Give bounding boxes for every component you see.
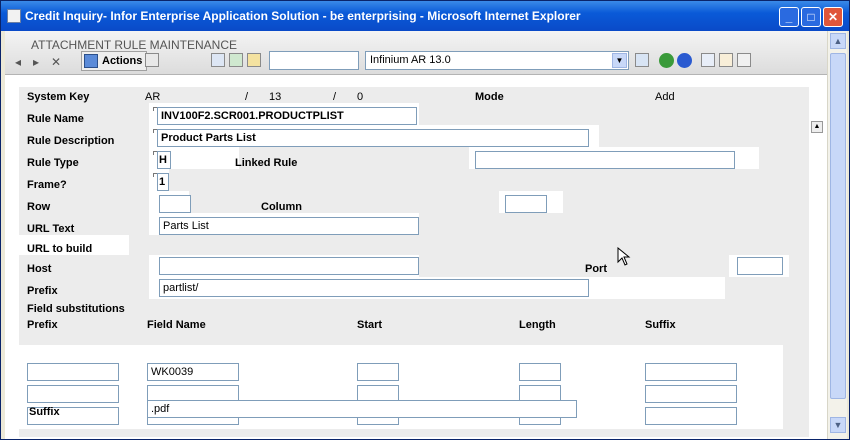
forward-arrow-icon[interactable]: ▸	[33, 55, 39, 69]
window-title: Credit Inquiry- Infor Enterprise Applica…	[25, 9, 581, 23]
field-substitutions-label: Field substitutions	[27, 303, 125, 315]
chevron-down-icon[interactable]: ▼	[612, 53, 627, 68]
system-key-sep2: /	[333, 91, 337, 103]
translate-icon[interactable]	[701, 53, 715, 67]
linked-rule-label: Linked Rule	[235, 157, 298, 169]
column-field[interactable]	[505, 195, 547, 213]
rule-description-label: Rule Description	[27, 135, 115, 147]
col-header-prefix: Prefix	[27, 319, 58, 331]
sub-row-1-start[interactable]	[357, 363, 399, 381]
actions-icon	[84, 54, 98, 68]
host-field[interactable]	[159, 257, 419, 275]
frame-label: Frame?	[27, 179, 67, 191]
folder-icon[interactable]	[247, 53, 261, 67]
suffix-label: Suffix	[29, 406, 60, 418]
col-header-suffix: Suffix	[645, 319, 676, 331]
info-icon[interactable]	[677, 53, 692, 68]
scroll-thumb[interactable]	[830, 53, 846, 399]
system-key-part3: 0	[357, 91, 364, 103]
maximize-button[interactable]: □	[801, 7, 821, 27]
prefix-label: Prefix	[27, 285, 58, 297]
help-icon[interactable]	[659, 53, 674, 68]
system-key-part1: AR	[145, 91, 161, 103]
mode-label: Mode	[475, 91, 504, 103]
title-bar: Credit Inquiry- Infor Enterprise Applica…	[1, 1, 849, 31]
url-to-build-label: URL to build	[27, 243, 93, 255]
system-key-part2: 13	[269, 91, 282, 103]
sub-row-1-prefix[interactable]	[27, 363, 119, 381]
row-field[interactable]	[159, 195, 191, 213]
linked-rule-field[interactable]	[475, 151, 735, 169]
minimize-button[interactable]: _	[779, 7, 799, 27]
mail-icon[interactable]	[229, 53, 243, 67]
copy-icon[interactable]	[211, 53, 225, 67]
exit-icon[interactable]	[635, 53, 649, 67]
close-icon[interactable]: ✕	[51, 55, 61, 69]
vertical-scrollbar[interactable]: ▲ ▼	[827, 31, 847, 439]
print-icon[interactable]	[145, 53, 159, 67]
url-text-field[interactable]: Parts List	[159, 217, 419, 235]
suffix-field[interactable]: .pdf	[147, 400, 577, 418]
url-text-label: URL Text	[27, 223, 75, 235]
mode-value: Add	[655, 91, 675, 103]
col-header-field-name: Field Name	[147, 319, 206, 331]
close-window-button[interactable]: ✕	[823, 7, 843, 27]
spellcheck-icon[interactable]	[719, 53, 733, 67]
back-arrow-icon[interactable]: ◂	[15, 55, 21, 69]
ie-icon	[7, 9, 21, 23]
col-header-start: Start	[357, 319, 383, 331]
rule-type-field[interactable]: H	[157, 151, 171, 169]
sub-row-1-suffix[interactable]	[645, 363, 737, 381]
prefix-field[interactable]: partlist/	[159, 279, 589, 297]
app-toolbar: ATTACHMENT RULE MAINTENANCE ◂ ▸ ✕ Action…	[5, 31, 827, 75]
search-input[interactable]	[269, 51, 359, 70]
sub-row-3-suffix[interactable]	[645, 407, 737, 425]
page-content: ATTACHMENT RULE MAINTENANCE ◂ ▸ ✕ Action…	[5, 31, 827, 439]
edit-icon[interactable]	[737, 53, 751, 67]
scroll-down-icon[interactable]: ▼	[830, 417, 846, 433]
column-label: Column	[261, 201, 302, 213]
scroll-up-icon[interactable]: ▲	[830, 33, 846, 49]
port-label: Port	[585, 263, 607, 275]
actions-button[interactable]: Actions	[81, 51, 148, 71]
browser-window: Credit Inquiry- Infor Enterprise Applica…	[0, 0, 850, 440]
rule-description-field[interactable]: Product Parts List	[157, 129, 589, 147]
screen-title: ATTACHMENT RULE MAINTENANCE	[31, 38, 238, 52]
actions-label: Actions	[102, 55, 143, 67]
attachment-rule-form: System Key AR / 13 / 0 Mode Add Rule Nam…	[19, 87, 809, 437]
system-key-sep1: /	[245, 91, 249, 103]
product-select-value: Infinium AR 13.0	[370, 54, 451, 66]
sub-row-1-length[interactable]	[519, 363, 561, 381]
host-label: Host	[27, 263, 52, 275]
rule-type-label: Rule Type	[27, 157, 79, 169]
frame-field[interactable]: 1	[157, 173, 169, 191]
sub-row-1-field-name[interactable]: WK0039	[147, 363, 239, 381]
col-header-length: Length	[519, 319, 556, 331]
port-field[interactable]	[737, 257, 783, 275]
sub-row-2-suffix[interactable]	[645, 385, 737, 403]
rule-name-label: Rule Name	[27, 113, 84, 125]
row-label: Row	[27, 201, 51, 213]
rule-name-field[interactable]: INV100F2.SCR001.PRODUCTPLIST	[157, 107, 417, 125]
collapse-button[interactable]: ▲	[811, 121, 823, 133]
mouse-cursor-icon	[617, 247, 631, 266]
system-key-label: System Key	[27, 91, 90, 103]
product-select[interactable]: Infinium AR 13.0 ▼	[365, 51, 629, 70]
sub-row-2-prefix[interactable]	[27, 385, 119, 403]
